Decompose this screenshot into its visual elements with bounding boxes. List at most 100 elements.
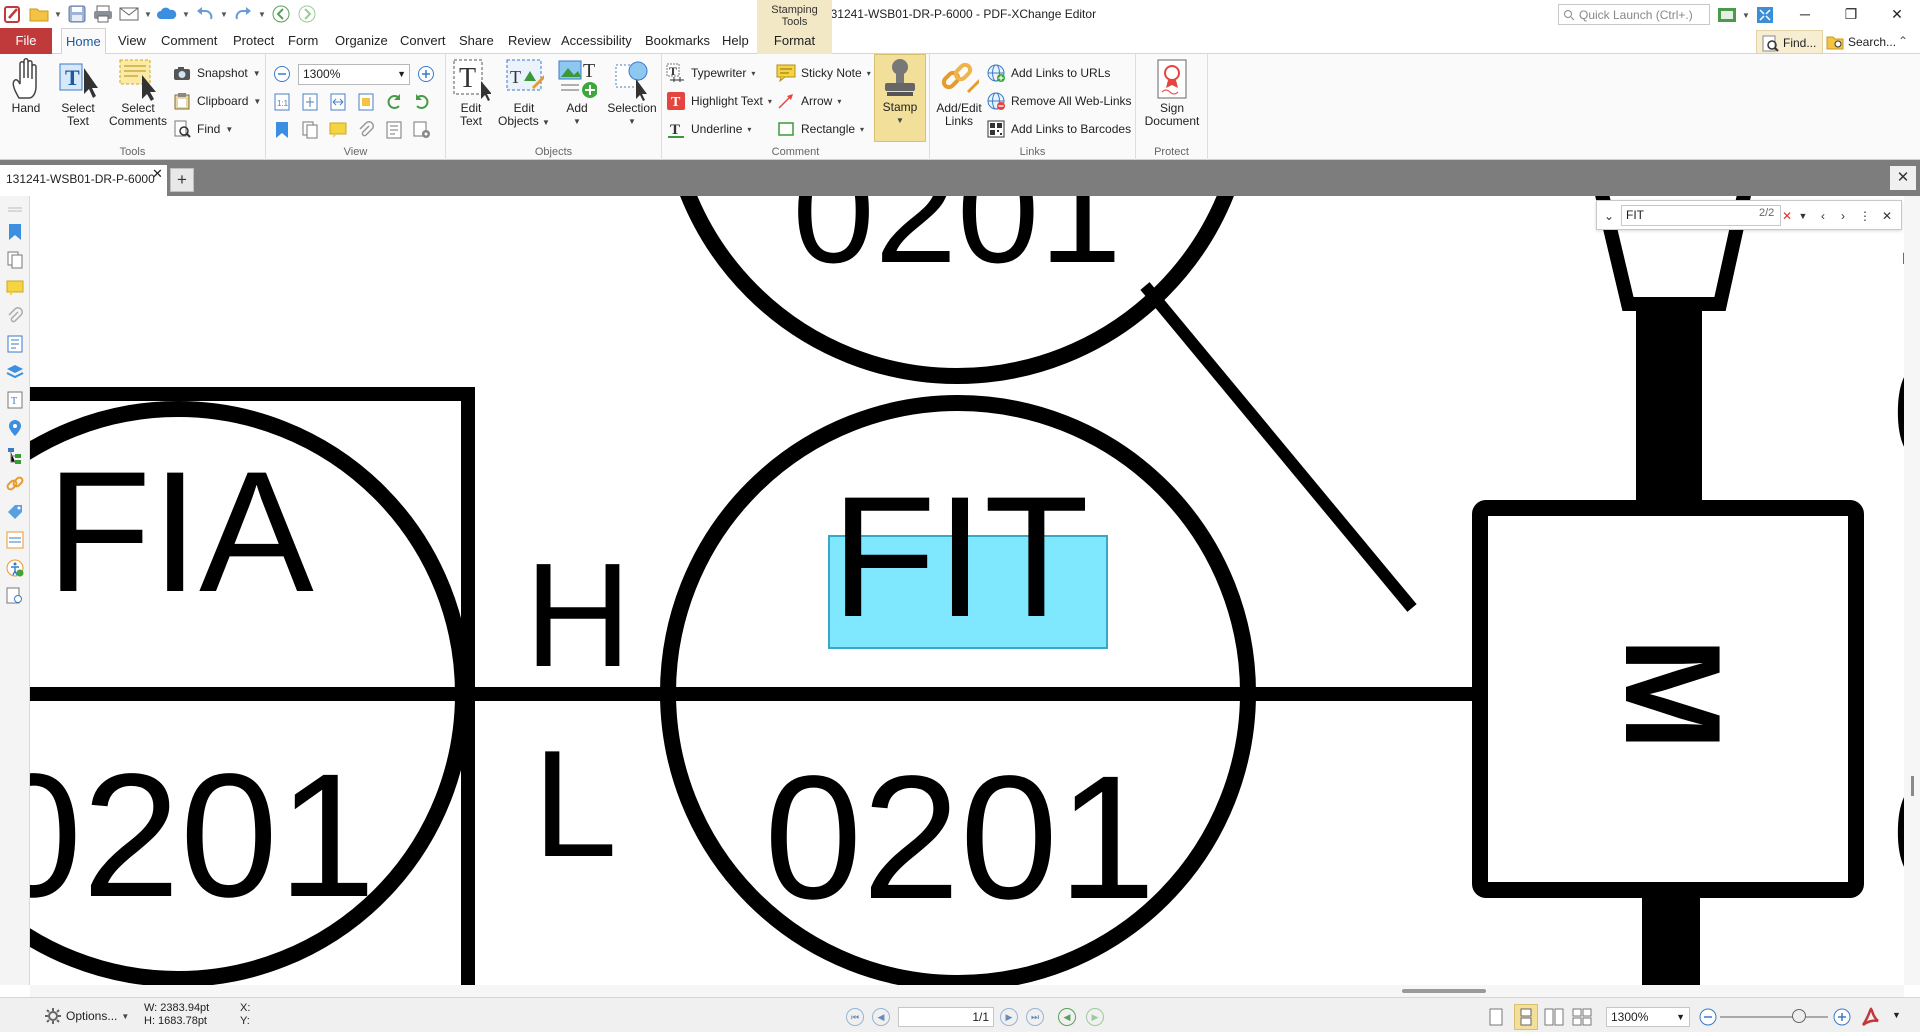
bookmark-view-icon[interactable] — [272, 120, 292, 140]
snapshot-button[interactable]: Snapshot ▼ — [172, 62, 261, 84]
horizontal-scroll-thumb[interactable] — [1402, 989, 1486, 993]
edit-text-button[interactable]: T Edit Text — [446, 56, 496, 128]
save-icon[interactable] — [66, 3, 88, 25]
find-next-button[interactable]: › — [1835, 207, 1851, 225]
chevron-down-icon[interactable]: ▼ — [54, 3, 62, 25]
tab-protect[interactable]: Protect — [229, 28, 278, 54]
new-tab-button[interactable]: + — [170, 168, 194, 192]
chevron-down-icon[interactable]: ▼ — [144, 3, 152, 25]
pdf-logo-icon[interactable] — [1860, 1006, 1882, 1028]
continuous-view-icon[interactable] — [1514, 1004, 1538, 1030]
highlight-text-button[interactable]: T Highlight Text ▾ — [666, 90, 772, 112]
zoom-out-status-icon[interactable] — [1698, 1007, 1718, 1027]
thumbnails-pane-icon[interactable] — [5, 250, 25, 270]
cloud-scan-icon[interactable] — [156, 3, 178, 25]
actual-size-icon[interactable]: 1:1 — [272, 92, 292, 112]
sticky-note-button[interactable]: Sticky Note ▾ — [776, 62, 871, 84]
tab-view[interactable]: View — [114, 28, 150, 54]
zoom-status-field[interactable]: 1300% ▼ — [1606, 1007, 1690, 1027]
facing-view-icon[interactable] — [1544, 1008, 1564, 1026]
tab-comment[interactable]: Comment — [157, 28, 221, 54]
email-icon[interactable] — [118, 3, 140, 25]
close-find-bar-button[interactable]: ✕ — [1879, 207, 1895, 225]
add-edit-links-button[interactable]: Add/Edit Links — [930, 56, 988, 128]
view-settings-icon[interactable] — [412, 120, 432, 140]
redo-icon[interactable] — [232, 3, 254, 25]
structure-pane-icon[interactable] — [5, 446, 25, 466]
last-page-button[interactable]: ⏭ — [1026, 1008, 1044, 1026]
quick-launch-field[interactable]: Quick Launch (Ctrl+.) — [1558, 4, 1710, 25]
select-comments-button[interactable]: Select Comments — [108, 56, 168, 128]
document-canvas[interactable]: 0201 FIA 0201 H L FIT 0201 M 1 0 0 — [30, 196, 1904, 985]
find-options-chevron-icon[interactable]: ⌄ — [1601, 207, 1617, 225]
find-button[interactable]: Find... — [1756, 30, 1824, 54]
typewriter-button[interactable]: T Typewriter ▾ — [666, 62, 755, 84]
destinations-pane-icon[interactable] — [5, 418, 25, 438]
document-tab[interactable]: 131241-WSB01-DR-P-6000 — [0, 165, 167, 196]
chevron-down-icon[interactable]: ▼ — [182, 3, 190, 25]
close-document-button[interactable]: ✕ — [1890, 166, 1916, 190]
underline-button[interactable]: T Underline ▾ — [666, 118, 751, 140]
single-page-view-icon[interactable] — [1488, 1008, 1504, 1026]
tab-convert[interactable]: Convert — [396, 28, 450, 54]
tab-review[interactable]: Review — [504, 28, 555, 54]
restore-button[interactable]: ❐ — [1828, 0, 1874, 28]
pages-view-icon[interactable] — [300, 120, 320, 140]
properties-pane-icon[interactable] — [5, 334, 25, 354]
close-tab-icon[interactable]: ✕ — [152, 166, 163, 182]
stamp-button[interactable]: Stamp ▼ — [874, 54, 926, 142]
content-pane-icon[interactable]: T — [5, 390, 25, 410]
tab-format[interactable]: Format — [757, 28, 832, 54]
previous-page-button[interactable]: ◀ — [872, 1008, 890, 1026]
forward-icon[interactable] — [296, 3, 318, 25]
remove-all-web-links-button[interactable]: Remove All Web-Links — [986, 90, 1132, 112]
fit-width-icon[interactable] — [328, 92, 348, 112]
minimize-button[interactable]: ─ — [1782, 0, 1828, 28]
search-results-pane-icon[interactable] — [5, 586, 25, 606]
chevron-down-icon[interactable]: ▼ — [1742, 4, 1750, 26]
facing-continuous-view-icon[interactable] — [1572, 1008, 1592, 1026]
zoom-in-icon[interactable] — [416, 64, 436, 84]
find-history-chevron-icon[interactable]: ▼ — [1795, 207, 1811, 225]
zoom-out-icon[interactable] — [272, 64, 292, 84]
first-page-button[interactable]: ⏮ — [846, 1008, 864, 1026]
add-object-button[interactable]: T Add ▼ — [552, 56, 602, 128]
clipboard-button[interactable]: Clipboard ▼ — [172, 90, 261, 112]
zoom-combo[interactable]: 1300% ▼ — [298, 64, 410, 85]
add-links-to-barcodes-button[interactable]: Add Links to Barcodes — [986, 118, 1131, 140]
ribbon-collapse-icon[interactable]: ⌃ — [1898, 34, 1908, 48]
undo-icon[interactable] — [194, 3, 216, 25]
open-folder-icon[interactable] — [28, 3, 50, 25]
fit-page-icon[interactable] — [300, 92, 320, 112]
fullscreen-icon[interactable] — [1754, 4, 1776, 26]
signatures-pane-icon[interactable] — [5, 530, 25, 550]
vertical-scroll-thumb[interactable] — [1911, 776, 1914, 796]
clear-find-icon[interactable]: ✕ — [1779, 207, 1795, 225]
fit-visible-icon[interactable] — [356, 92, 376, 112]
next-page-button[interactable]: ▶ — [1000, 1008, 1018, 1026]
tab-bookmarks[interactable]: Bookmarks — [641, 28, 714, 54]
attachments-view-icon[interactable] — [356, 120, 376, 140]
selection-button[interactable]: Selection ▼ — [604, 56, 660, 128]
previous-view-button[interactable]: ◀ — [1058, 1008, 1076, 1026]
sign-document-button[interactable]: Sign Document — [1142, 56, 1202, 128]
bookmarks-pane-icon[interactable] — [5, 222, 25, 242]
back-icon[interactable] — [270, 3, 292, 25]
rectangle-button[interactable]: Rectangle ▾ — [776, 118, 864, 140]
zoom-in-status-icon[interactable] — [1832, 1007, 1852, 1027]
tab-form[interactable]: Form — [284, 28, 322, 54]
tab-organize[interactable]: Organize — [331, 28, 392, 54]
accessibility-pane-icon[interactable] — [5, 558, 25, 578]
add-links-to-urls-button[interactable]: Add Links to URLs — [986, 62, 1110, 84]
zoom-slider-knob[interactable] — [1792, 1009, 1806, 1023]
tab-accessibility[interactable]: Accessibility — [557, 28, 636, 54]
print-icon[interactable] — [92, 3, 114, 25]
rotate-left-icon[interactable] — [384, 92, 404, 112]
next-view-button[interactable]: ▶ — [1086, 1008, 1104, 1026]
edit-objects-button[interactable]: T Edit Objects ▼ — [498, 56, 550, 129]
ui-options-icon[interactable] — [1716, 4, 1738, 26]
search-button[interactable]: Search... — [1822, 30, 1902, 54]
vertical-scrollbar[interactable] — [1904, 196, 1920, 985]
statusbar-menu-icon[interactable]: ▼ — [1892, 1010, 1901, 1020]
chevron-down-icon[interactable]: ▼ — [220, 3, 228, 25]
